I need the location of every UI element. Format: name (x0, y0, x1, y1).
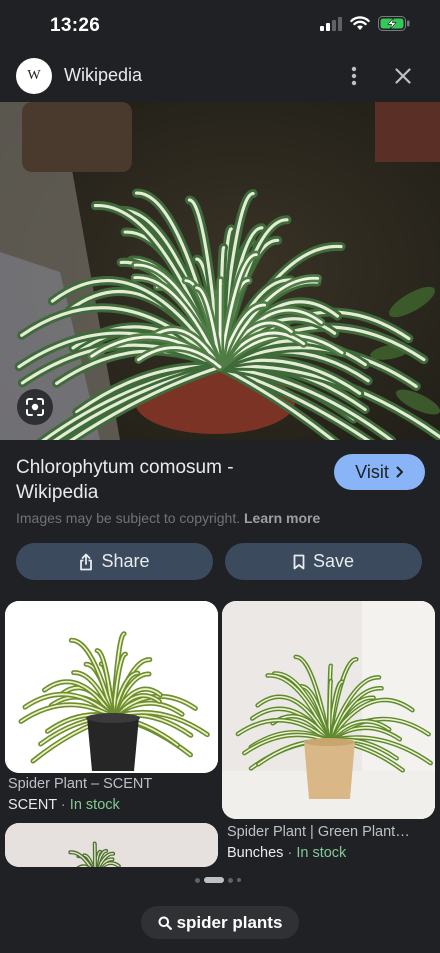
signal-icon (320, 16, 342, 31)
product-image-3 (5, 823, 218, 867)
search-query-chip[interactable]: spider plants (141, 906, 299, 939)
bookmark-icon (293, 554, 305, 569)
product-image-2 (222, 601, 435, 819)
close-button[interactable] (391, 64, 415, 88)
share-label: Share (101, 551, 150, 571)
related-source-name-2: Bunches (227, 845, 284, 861)
hero-image[interactable] (0, 102, 440, 440)
status-bar: 13:26 (0, 0, 440, 52)
battery-charging-icon (378, 16, 410, 31)
pager-dot (237, 878, 241, 882)
related-card-image-2[interactable] (222, 601, 435, 819)
visit-label: Visit (355, 461, 389, 482)
save-label: Save (312, 551, 355, 571)
stock-status-1: In stock (69, 797, 120, 813)
wikipedia-logo: W (16, 58, 52, 94)
lens-button[interactable] (17, 389, 53, 425)
copyright-text: Images may be subject to copyright. (16, 510, 241, 526)
status-time: 13:26 (50, 15, 101, 36)
site-name[interactable]: Wikipedia (64, 65, 142, 86)
save-button[interactable]: Save (225, 543, 422, 580)
close-icon (395, 68, 411, 84)
pager-dot-active (204, 877, 224, 883)
chevron-right-icon (396, 466, 403, 478)
related-title-2[interactable]: Spider Plant | Green Plant… (227, 824, 435, 840)
stock-status-2: In stock (296, 845, 347, 861)
search-query-text: spider plants (176, 912, 283, 932)
pager-dot (228, 877, 233, 883)
more-vert-icon (351, 66, 357, 86)
pager-dot (195, 877, 200, 883)
product-image-1 (5, 601, 218, 773)
related-title-1[interactable]: Spider Plant – SCENT (8, 776, 218, 792)
status-icons (320, 16, 410, 31)
learn-more-link[interactable]: Learn more (244, 510, 320, 526)
related-source-2: Bunches · In stock (227, 845, 346, 861)
lens-icon (26, 398, 44, 416)
logo-text: W (27, 68, 41, 83)
related-source-name-1: SCENT (8, 797, 57, 813)
related-card-image-1[interactable] (5, 601, 218, 773)
related-card-image-3[interactable] (5, 823, 218, 867)
visit-button[interactable]: Visit (334, 454, 425, 490)
wifi-icon (350, 16, 370, 30)
separator-dot: · (287, 845, 293, 861)
spider-plant-image (0, 102, 440, 440)
result-title[interactable]: Chlorophytum comosum - Wikipedia (16, 455, 316, 505)
share-icon (80, 553, 93, 570)
separator-dot: · (60, 797, 66, 813)
page-indicator (195, 877, 241, 883)
result-header: W Wikipedia (0, 52, 440, 100)
related-source-1: SCENT · In stock (8, 797, 120, 813)
copyright-notice: Images may be subject to copyright. Lear… (16, 510, 320, 526)
search-icon (158, 916, 172, 930)
share-button[interactable]: Share (16, 543, 213, 580)
more-options-button[interactable] (342, 64, 366, 88)
